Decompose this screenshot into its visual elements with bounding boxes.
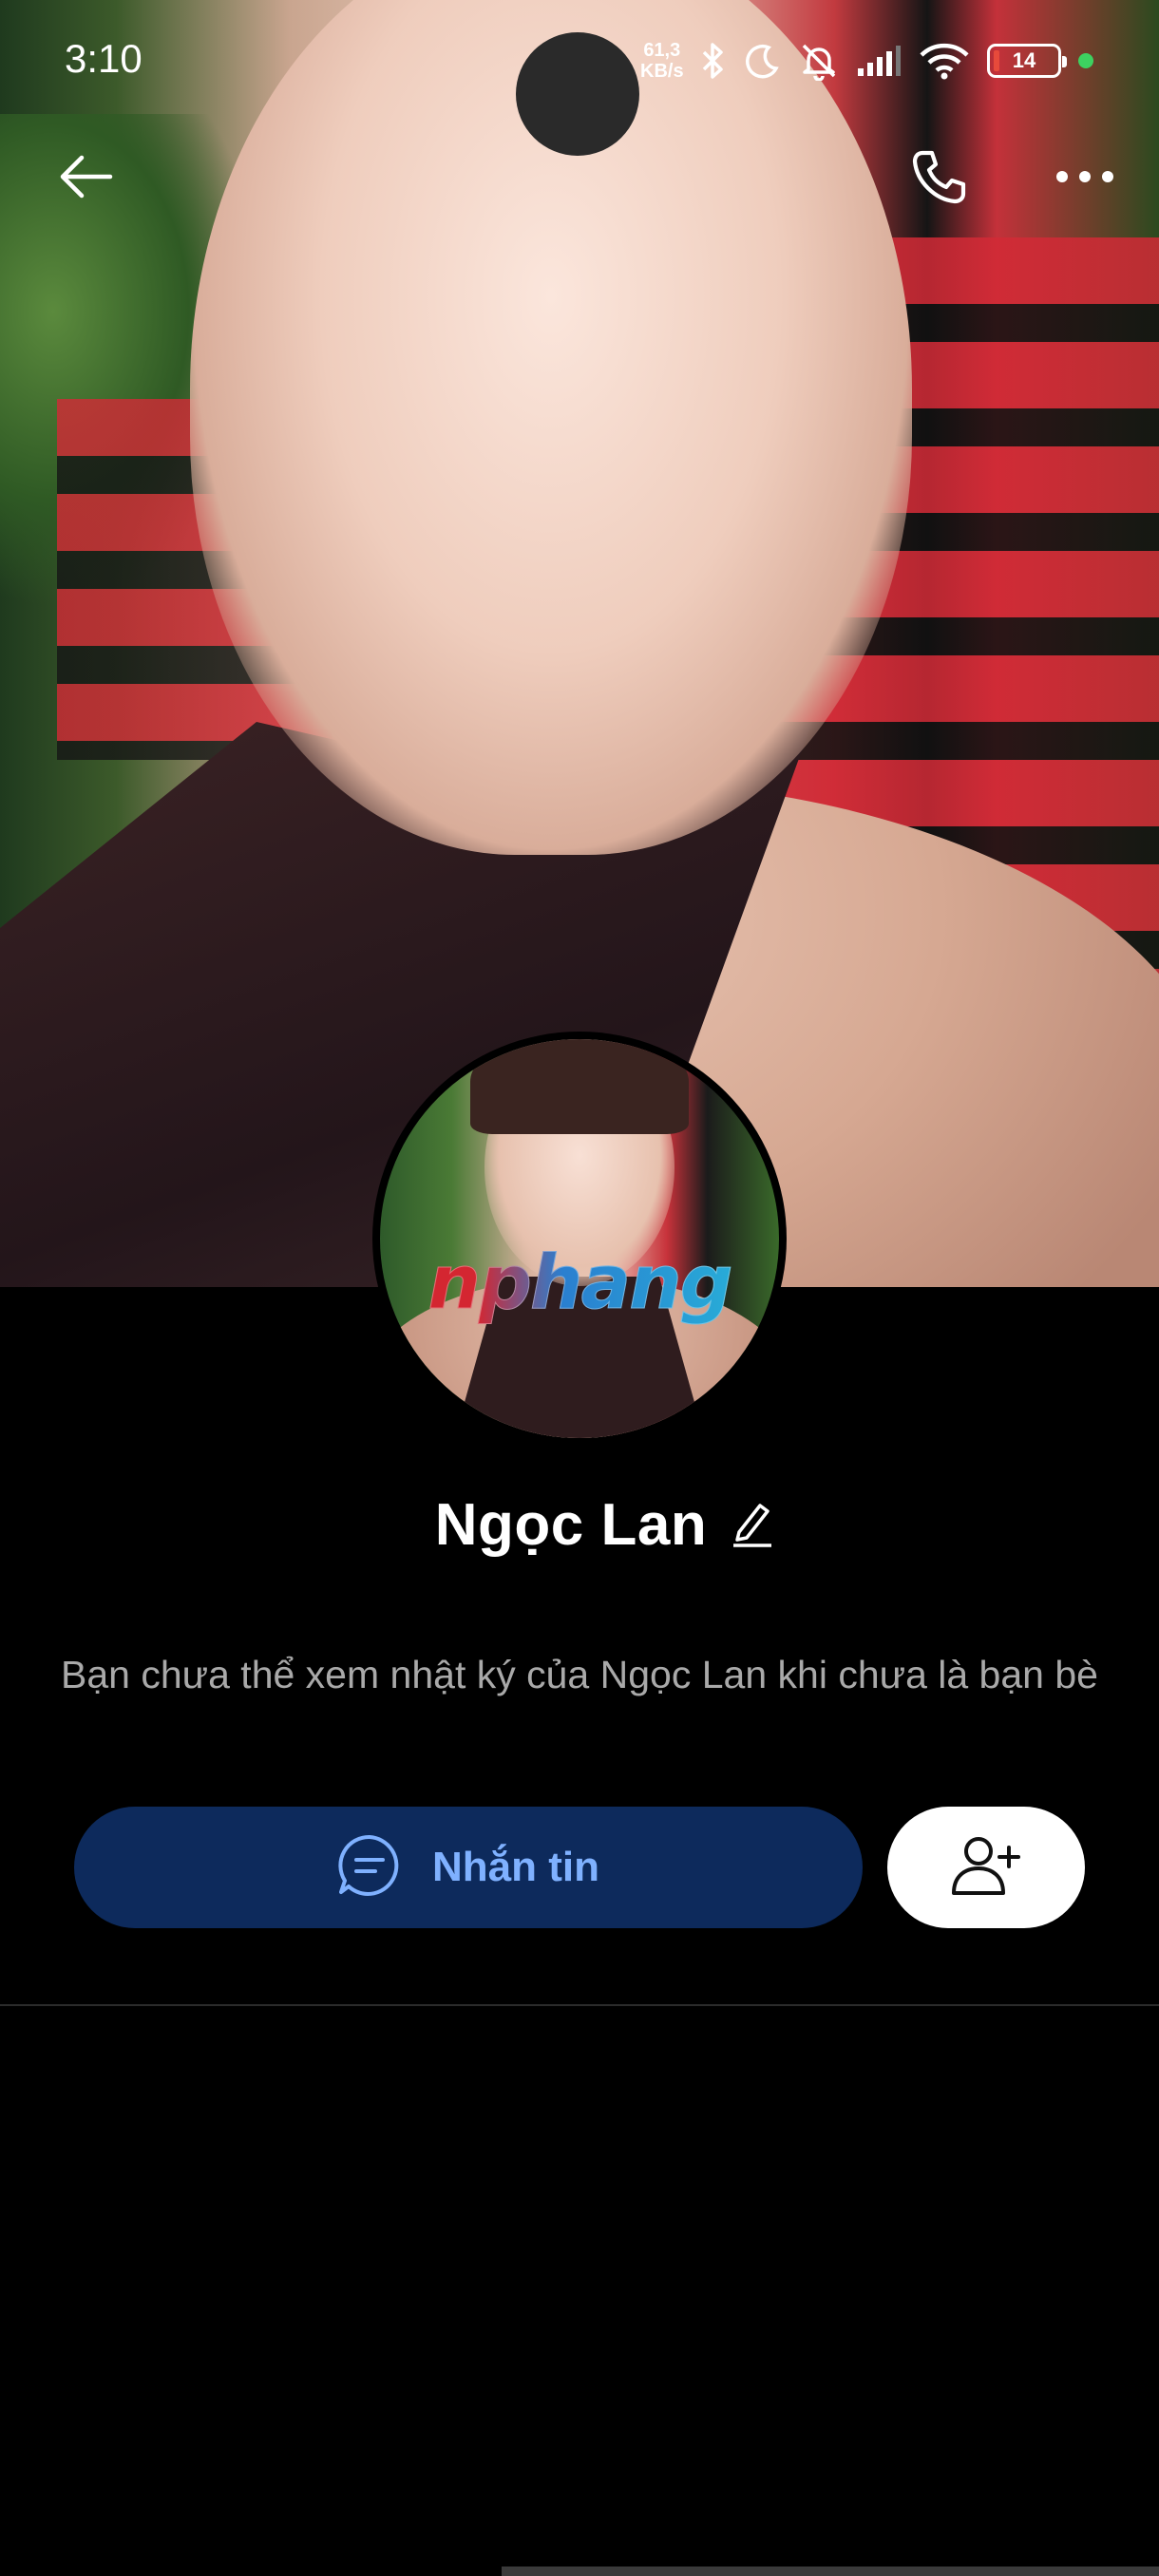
profile-name-row: Ngọc Lan [0, 1491, 1159, 1559]
profile-name: Ngọc Lan [434, 1492, 708, 1558]
privacy-notice: Bạn chưa thể xem nhật ký của Ngọc Lan kh… [61, 1653, 1098, 1696]
battery-icon: 14 [987, 44, 1067, 78]
network-speed-unit: KB/s [640, 61, 684, 82]
back-button[interactable] [48, 141, 124, 217]
message-button[interactable]: Nhắn tin [74, 1807, 863, 1928]
chat-bubble-icon [337, 1833, 402, 1903]
wifi-icon [919, 42, 970, 80]
call-button[interactable] [901, 141, 977, 217]
phone-icon [909, 147, 968, 211]
pencil-icon [732, 1498, 773, 1552]
home-indicator [502, 2567, 1159, 2576]
status-time: 3:10 [65, 36, 142, 81]
battery-level: 14 [1012, 48, 1036, 72]
profile-avatar[interactable]: nphang [372, 1032, 787, 1446]
more-horizontal-icon [1054, 169, 1115, 189]
bell-off-icon [799, 41, 839, 81]
add-friend-button[interactable] [887, 1807, 1085, 1928]
avatar-hair [470, 1039, 689, 1134]
user-plus-icon [950, 1834, 1022, 1902]
network-speed: 61,3 KB/s [640, 40, 684, 82]
network-speed-value: 61,3 [643, 40, 681, 61]
moon-icon [744, 42, 782, 80]
signal-icon [856, 44, 902, 78]
status-bar: 3:10 61,3 KB/s 14 [0, 0, 1159, 156]
edit-name-button[interactable] [732, 1498, 773, 1552]
avatar-watermark: nphang [408, 1241, 750, 1327]
status-icons: 14 [698, 38, 1093, 84]
more-options-button[interactable] [1047, 141, 1123, 217]
privacy-indicator-dot [1078, 53, 1093, 68]
message-button-label: Nhắn tin [432, 1844, 599, 1890]
section-divider [0, 2004, 1159, 2006]
avatar-image: nphang [380, 1039, 779, 1438]
front-camera-cutout [516, 32, 639, 156]
bluetooth-icon [698, 41, 727, 81]
arrow-left-icon [57, 153, 114, 205]
